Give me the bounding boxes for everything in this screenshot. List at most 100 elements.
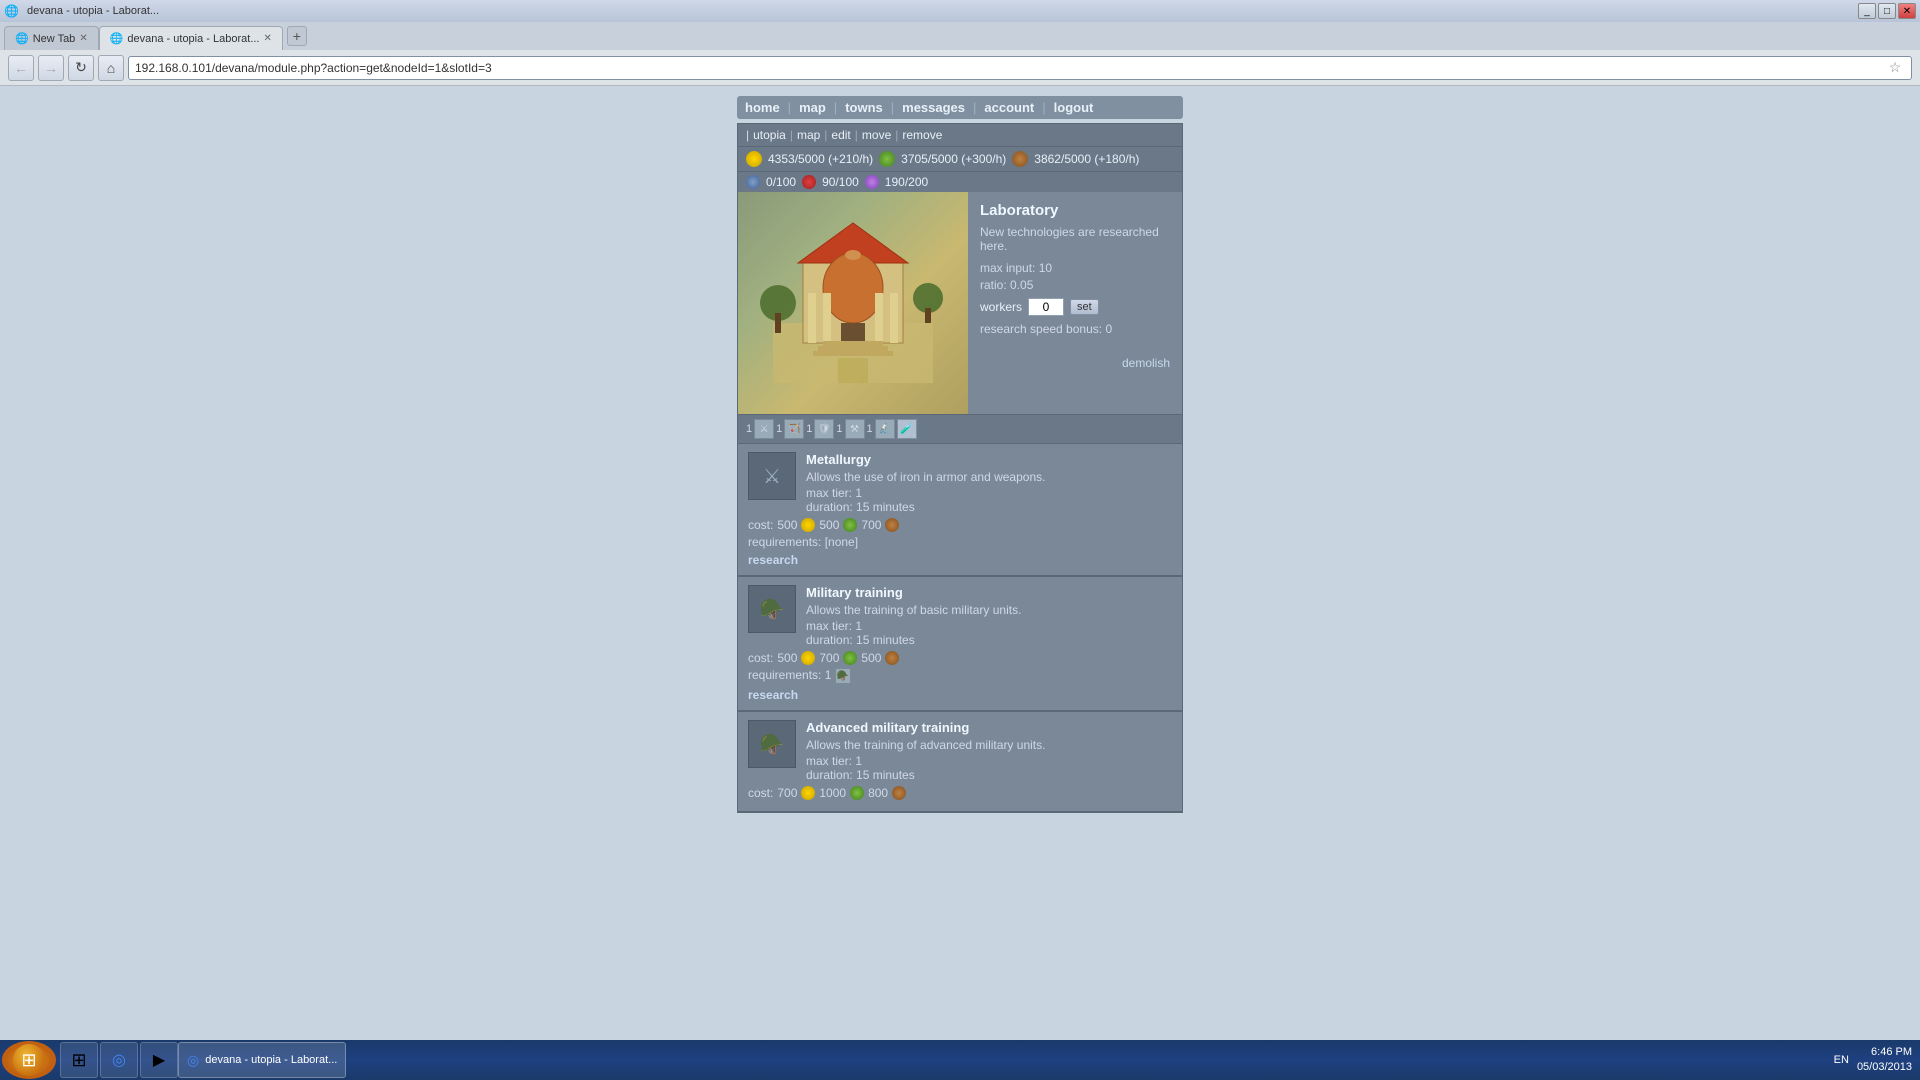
- adv-food-icon: [850, 786, 864, 800]
- metallurgy-name: Metallurgy: [806, 452, 1172, 467]
- building-section: Laboratory New technologies are research…: [738, 192, 1182, 414]
- taskbar-app-chrome[interactable]: ◎: [100, 1042, 138, 1078]
- military-wood-icon: [885, 651, 899, 665]
- open-app-icon: ◎: [187, 1052, 199, 1069]
- nav-home[interactable]: home: [745, 100, 780, 115]
- attack-icon: [802, 175, 816, 189]
- taskbar-open-chrome[interactable]: ◎ devana - utopia - Laborat...: [178, 1042, 346, 1078]
- taskbar-date: 05/03/2013: [1857, 1060, 1912, 1075]
- building-title: Laboratory: [980, 202, 1170, 219]
- slot-item-1[interactable]: ⚔: [754, 419, 774, 439]
- game-nav: home | map | towns | messages | account …: [737, 96, 1183, 119]
- tab-label: New Tab: [33, 33, 76, 45]
- attack-stat: 90/100: [822, 175, 859, 189]
- tab-close-devana-icon[interactable]: ✕: [264, 33, 272, 44]
- close-button[interactable]: ✕: [1898, 3, 1916, 19]
- sub-nav-move[interactable]: move: [862, 128, 891, 142]
- sub-nav-map[interactable]: map: [797, 128, 820, 142]
- research-item-advanced-military: 🪖 Advanced military training Allows the …: [738, 712, 1182, 812]
- military-food-icon: [843, 651, 857, 665]
- nav-messages[interactable]: messages: [902, 100, 965, 115]
- main-container: | utopia | map | edit | move | remove: [737, 123, 1183, 813]
- demolish-link[interactable]: demolish: [980, 356, 1170, 370]
- sub-nav-remove[interactable]: remove: [902, 128, 942, 142]
- population-icon: [746, 175, 760, 189]
- tab-bar: 🌐 New Tab ✕ 🌐 devana - utopia - Laborat.…: [0, 22, 1920, 50]
- set-workers-button[interactable]: set: [1070, 299, 1099, 315]
- tab-new-tab[interactable]: 🌐 New Tab ✕: [4, 26, 99, 50]
- advanced-military-tier: max tier: 1: [806, 754, 1172, 768]
- wood-cost-icon: [885, 518, 899, 532]
- advanced-military-cost: cost: 700 1000 800: [748, 786, 1172, 800]
- windows-icon: ⊞: [71, 1050, 86, 1071]
- research-item-metallurgy: ⚔ Metallurgy Allows the use of iron in a…: [738, 444, 1182, 576]
- food-cost-icon: [843, 518, 857, 532]
- advanced-military-duration: duration: 15 minutes: [806, 768, 1172, 782]
- slot-item-4[interactable]: ⚒: [845, 419, 865, 439]
- magic-icon: [865, 175, 879, 189]
- metallurgy-req: requirements: [none]: [748, 535, 1172, 549]
- taskbar-app-windows[interactable]: ⊞: [60, 1042, 98, 1078]
- military-cost: cost: 500 700 500: [748, 651, 1172, 665]
- military-req-icon: 🪖: [835, 668, 851, 684]
- slot-icon-3: 🛡: [814, 419, 834, 439]
- taskbar-time: 6:46 PM: [1857, 1045, 1912, 1060]
- nav-account[interactable]: account: [984, 100, 1034, 115]
- new-tab-button[interactable]: +: [287, 26, 307, 46]
- slot-item-2[interactable]: 🏹: [784, 419, 804, 439]
- nav-towns[interactable]: towns: [845, 100, 883, 115]
- taskbar-language: EN: [1834, 1054, 1849, 1066]
- back-button[interactable]: ←: [8, 55, 34, 81]
- slot-icon-2: 🏹: [784, 419, 804, 439]
- start-button[interactable]: ⊞: [2, 1041, 56, 1079]
- tab-favicon: 🌐: [15, 32, 29, 45]
- taskbar-app-media[interactable]: ▶: [140, 1042, 178, 1078]
- tab-close-icon[interactable]: ✕: [79, 33, 87, 44]
- slot-icon-4: ⚒: [845, 419, 865, 439]
- military-details: Military training Allows the training of…: [806, 585, 1172, 647]
- minimize-button[interactable]: _: [1858, 3, 1876, 19]
- nav-map[interactable]: map: [799, 100, 826, 115]
- slot-item-3[interactable]: 🛡: [814, 419, 834, 439]
- building-ratio: ratio: 0.05: [980, 278, 1170, 292]
- gold-icon: [746, 151, 762, 167]
- metallurgy-desc: Allows the use of iron in armor and weap…: [806, 470, 1172, 484]
- workers-input[interactable]: [1028, 298, 1064, 316]
- nav-logout[interactable]: logout: [1054, 100, 1094, 115]
- maximize-button[interactable]: □: [1878, 3, 1896, 19]
- metallurgy-thumb: ⚔: [748, 452, 796, 500]
- browser-titlebar: 🌐 devana - utopia - Laborat... _ □ ✕: [0, 0, 1920, 22]
- sub-nav-utopia[interactable]: utopia: [753, 128, 786, 142]
- address-bar[interactable]: ☆: [128, 56, 1912, 80]
- building-max-input: max input: 10: [980, 261, 1170, 275]
- tab-favicon-devana: 🌐: [110, 32, 124, 45]
- advanced-military-name: Advanced military training: [806, 720, 1172, 735]
- metallurgy-duration: duration: 15 minutes: [806, 500, 1172, 514]
- military-tier: max tier: 1: [806, 619, 1172, 633]
- refresh-button[interactable]: ↻: [68, 55, 94, 81]
- navbar: ← → ↻ ⌂ ☆: [0, 50, 1920, 86]
- sub-nav-edit[interactable]: edit: [831, 128, 850, 142]
- taskbar: ⊞ ⊞ ◎ ▶ ◎ devana - utopia - Laborat... E…: [0, 1040, 1920, 1080]
- workers-row: workers set: [980, 298, 1170, 316]
- taskbar-pinned-apps: ⊞ ◎ ▶: [60, 1041, 178, 1079]
- advanced-military-desc: Allows the training of advanced military…: [806, 738, 1172, 752]
- tab-devana[interactable]: 🌐 devana - utopia - Laborat... ✕: [99, 26, 283, 50]
- taskbar-right: EN 6:46 PM 05/03/2013: [1834, 1045, 1920, 1076]
- food-amount: 3705/5000 (+300/h): [901, 152, 1006, 166]
- building-info: Laboratory New technologies are research…: [968, 192, 1182, 414]
- slot-item-5[interactable]: 🔬: [875, 419, 895, 439]
- slot-item-active[interactable]: 🧪: [897, 419, 917, 439]
- address-input[interactable]: [135, 61, 1885, 75]
- research-speed: research speed bonus: 0: [980, 322, 1170, 336]
- metallurgy-research-link[interactable]: research: [748, 553, 798, 567]
- home-button[interactable]: ⌂: [98, 55, 124, 81]
- advanced-military-details: Advanced military training Allows the tr…: [806, 720, 1172, 782]
- building-image: [738, 192, 968, 414]
- bookmark-icon[interactable]: ☆: [1885, 58, 1905, 78]
- military-research-link[interactable]: research: [748, 688, 798, 702]
- forward-button[interactable]: →: [38, 55, 64, 81]
- slot-icon-5: 🔬: [875, 419, 895, 439]
- game-content: home | map | towns | messages | account …: [0, 86, 1920, 1040]
- sub-nav: | utopia | map | edit | move | remove: [738, 124, 1182, 146]
